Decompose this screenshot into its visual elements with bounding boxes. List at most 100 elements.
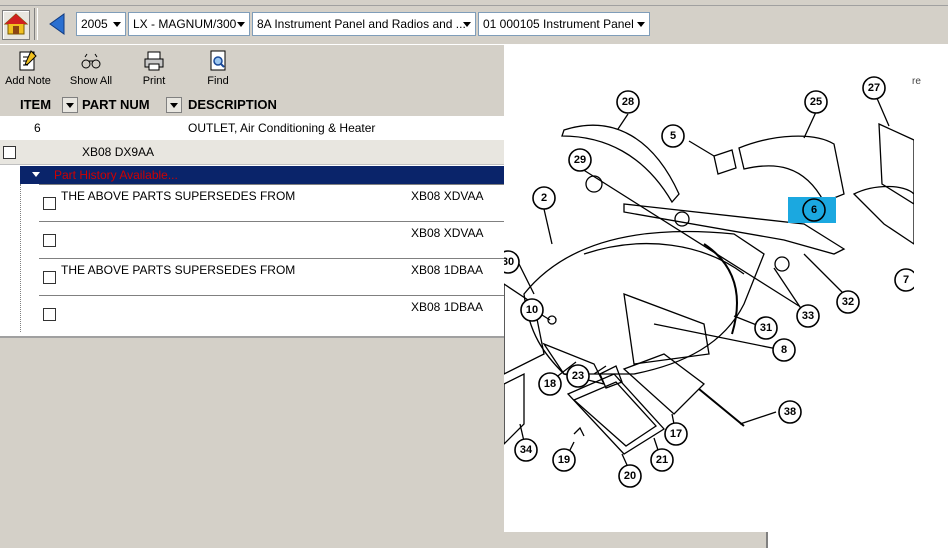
callout-label: 10 xyxy=(526,304,538,316)
callout-label: 31 xyxy=(760,322,772,334)
chevron-down-icon xyxy=(113,22,121,27)
callout-label: 8 xyxy=(781,344,787,356)
row-checkbox[interactable] xyxy=(3,146,16,159)
parts-diagram[interactable]: 28 25 27 5 29 2 6 7 30 10 32 33 31 8 18 23 34 17 38 19 21 20 xyxy=(496,44,918,532)
chevron-down-icon xyxy=(463,22,471,27)
instrument-panel-part xyxy=(523,230,765,375)
history-checkbox[interactable] xyxy=(43,271,56,284)
note-icon xyxy=(19,50,37,71)
callout-7[interactable]: 7 xyxy=(894,268,918,292)
toolbar: Add Note Show All Print Find xyxy=(0,45,504,93)
callout-6[interactable]: 6 xyxy=(802,198,826,222)
group-select[interactable]: 8A Instrument Panel and Radios and ... xyxy=(252,12,476,36)
callout-label: 25 xyxy=(810,96,822,108)
year-value: 2005 xyxy=(81,17,108,31)
year-select[interactable]: 2005 xyxy=(76,12,126,36)
outlet-part xyxy=(713,149,737,175)
find-button[interactable]: Find xyxy=(200,49,236,87)
callout-30[interactable]: 30 xyxy=(496,250,520,274)
history-checkbox[interactable] xyxy=(43,197,56,210)
callout-32[interactable]: 32 xyxy=(836,290,860,314)
duct-part xyxy=(852,185,915,246)
callout-38[interactable]: 38 xyxy=(778,400,802,424)
callout-25[interactable]: 25 xyxy=(804,90,828,114)
figure-select[interactable]: 01 000105 Instrument Panel xyxy=(478,12,650,36)
callout-label: 30 xyxy=(504,256,514,268)
history-part: XB08 1DBAA xyxy=(411,263,484,277)
find-label: Find xyxy=(207,75,229,87)
outlet-part xyxy=(878,122,915,206)
callout-label: 32 xyxy=(842,296,854,308)
side-part xyxy=(503,282,545,376)
show-all-label: Show All xyxy=(69,75,113,87)
callout-23[interactable]: 23 xyxy=(566,364,590,388)
callout-33[interactable]: 33 xyxy=(796,304,820,328)
leader-line xyxy=(543,208,553,245)
callout-21[interactable]: 21 xyxy=(650,448,674,472)
adjacent-panel: re xyxy=(912,44,948,548)
show-all-button[interactable]: Show All xyxy=(68,49,114,87)
callout-10[interactable]: 10 xyxy=(520,298,544,322)
knee-bolster-part xyxy=(622,353,705,415)
callout-label: 19 xyxy=(558,454,570,466)
history-checkbox[interactable] xyxy=(43,308,56,321)
part-history-list: THE ABOVE PARTS SUPERSEDES FROM XB08 XDV… xyxy=(20,184,505,332)
callout-label: 5 xyxy=(670,130,676,142)
group-value: 8A Instrument Panel and Radios and ... xyxy=(257,17,466,31)
expand-triangle-icon xyxy=(32,172,40,177)
callout-8[interactable]: 8 xyxy=(772,338,796,362)
clip-part xyxy=(674,211,690,227)
callout-18[interactable]: 18 xyxy=(538,372,562,396)
navigation-bar: 2005 LX - MAGNUM/300 8A Instrument Panel… xyxy=(0,0,948,45)
leader-line xyxy=(617,113,629,130)
callout-17[interactable]: 17 xyxy=(664,422,688,446)
list-item[interactable]: XB08 1DBAA xyxy=(39,295,505,332)
part-history-toggle[interactable]: Part History Available... xyxy=(20,166,504,184)
column-header-item[interactable]: ITEM xyxy=(20,94,51,116)
callout-19[interactable]: 19 xyxy=(552,448,576,472)
callout-29[interactable]: 29 xyxy=(568,148,592,172)
table-row[interactable]: 6 OUTLET, Air Conditioning & Heater xyxy=(0,116,504,141)
figure-value: 01 000105 Instrument Panel xyxy=(483,17,634,31)
back-arrow-icon xyxy=(49,13,65,35)
history-checkbox[interactable] xyxy=(43,234,56,247)
callout-5[interactable]: 5 xyxy=(661,124,685,148)
callout-27[interactable]: 27 xyxy=(862,76,886,100)
callout-label: 18 xyxy=(544,378,556,390)
callout-label: 34 xyxy=(520,444,533,456)
list-item[interactable]: THE ABOVE PARTS SUPERSEDES FROM XB08 XDV… xyxy=(39,184,505,221)
table-row[interactable]: XB08 DX9AA xyxy=(0,140,504,165)
item-filter-dropdown[interactable] xyxy=(62,97,78,113)
callout-2[interactable]: 2 xyxy=(532,186,556,210)
callout-label: 7 xyxy=(903,274,909,286)
separator xyxy=(34,8,38,40)
part-history-label: Part History Available... xyxy=(54,168,178,182)
column-header-part-num[interactable]: PART NUM xyxy=(82,94,150,116)
callout-34[interactable]: 34 xyxy=(514,438,538,462)
callout-label: 21 xyxy=(656,454,668,466)
chevron-down-icon xyxy=(637,22,645,27)
callout-28[interactable]: 28 xyxy=(616,90,640,114)
back-button[interactable] xyxy=(44,10,70,38)
callout-31[interactable]: 31 xyxy=(754,316,778,340)
list-item[interactable]: XB08 XDVAA xyxy=(39,221,505,258)
callout-label: 28 xyxy=(622,96,634,108)
callout-20[interactable]: 20 xyxy=(618,464,642,488)
edge-text: re xyxy=(912,76,921,87)
callout-label: 29 xyxy=(574,154,586,166)
part-description: OUTLET, Air Conditioning & Heater xyxy=(188,121,376,135)
model-select[interactable]: LX - MAGNUM/300 xyxy=(128,12,250,36)
instrument-panel-diagram[interactable]: 28 25 27 5 29 2 6 7 30 10 32 33 31 8 18 23 34 17 38 19 21 20 xyxy=(496,44,918,532)
history-part: XB08 XDVAA xyxy=(411,226,484,240)
part-num-filter-dropdown[interactable] xyxy=(166,97,182,113)
add-note-button[interactable]: Add Note xyxy=(4,49,52,87)
column-header-description[interactable]: DESCRIPTION xyxy=(188,94,277,116)
home-button[interactable] xyxy=(2,10,30,40)
print-button[interactable]: Print xyxy=(136,49,172,87)
leader-line xyxy=(688,140,715,157)
clip-part xyxy=(774,256,790,272)
list-item[interactable]: THE ABOVE PARTS SUPERSEDES FROM XB08 1DB… xyxy=(39,258,505,295)
home-icon xyxy=(3,13,29,35)
leader-line xyxy=(739,411,777,425)
clip-part xyxy=(585,175,603,193)
